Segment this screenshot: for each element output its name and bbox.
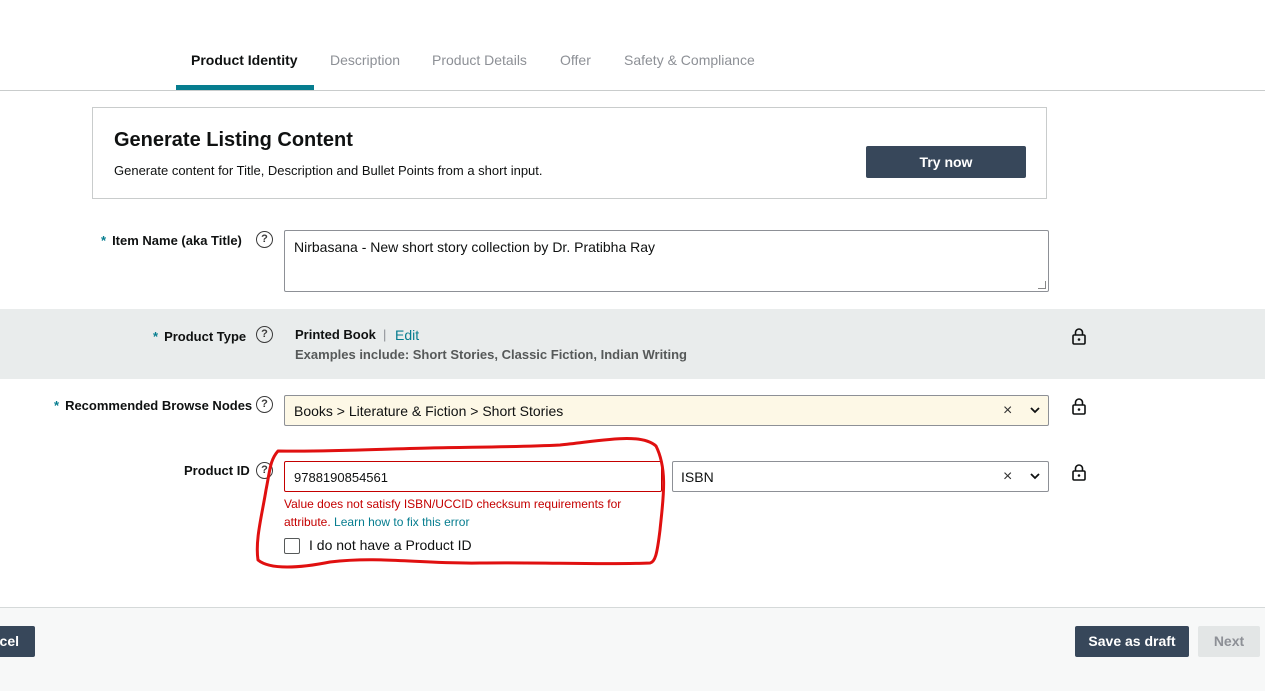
no-product-id-label[interactable]: I do not have a Product ID	[309, 537, 472, 553]
product-id-type-value: ISBN	[681, 469, 714, 485]
cancel-button[interactable]: Cancel	[0, 626, 35, 657]
try-now-button[interactable]: Try now	[866, 146, 1026, 178]
save-as-draft-button[interactable]: Save as draft	[1075, 626, 1189, 657]
tab-product-details[interactable]: Product Details	[432, 52, 527, 68]
product-type-label: * Product Type	[153, 329, 246, 344]
edit-product-type-link[interactable]: Edit	[395, 327, 419, 343]
product-type-examples: Examples include: Short Stories, Classic…	[295, 347, 687, 362]
product-id-label: Product ID	[184, 463, 250, 478]
product-type-value: Printed Book	[295, 327, 376, 342]
checkbox-icon[interactable]	[284, 538, 300, 554]
lock-icon	[1072, 398, 1086, 415]
product-id-input[interactable]: 9788190854561	[284, 461, 662, 492]
separator: |	[383, 327, 387, 342]
required-mark: *	[54, 398, 60, 413]
product-id-type-select[interactable]: ISBN ×	[672, 461, 1049, 492]
chevron-down-icon[interactable]	[1028, 403, 1042, 417]
banner-subtitle: Generate content for Title, Description …	[114, 163, 543, 178]
generate-listing-banner: Generate Listing Content Generate conten…	[92, 107, 1047, 199]
help-icon[interactable]: ?	[256, 462, 273, 479]
banner-title: Generate Listing Content	[114, 129, 353, 151]
next-button[interactable]: Next	[1198, 626, 1260, 657]
product-id-error: Value does not satisfy ISBN/UCCID checks…	[284, 495, 654, 531]
tab-safety-compliance[interactable]: Safety & Compliance	[624, 52, 755, 68]
fix-error-link[interactable]: Learn how to fix this error	[334, 515, 469, 529]
lock-icon	[1072, 464, 1086, 481]
required-mark: *	[101, 233, 107, 248]
tab-offer[interactable]: Offer	[560, 52, 591, 68]
tab-description[interactable]: Description	[330, 52, 400, 68]
required-mark: *	[153, 329, 159, 344]
product-type-label-text: Product Type	[164, 329, 247, 344]
browse-nodes-label: * Recommended Browse Nodes	[54, 398, 252, 413]
help-icon[interactable]: ?	[256, 396, 273, 413]
item-name-label-text: Item Name (aka Title)	[112, 233, 242, 248]
active-tab-indicator	[176, 85, 314, 90]
footer-bar: Cancel Save as draft Next	[0, 607, 1265, 691]
item-name-value: Nirbasana - New short story collection b…	[294, 239, 656, 255]
browse-nodes-value: Books > Literature & Fiction > Short Sto…	[294, 403, 564, 419]
tab-bar: Product Identity Description Product Det…	[0, 0, 1265, 91]
resize-grip-icon[interactable]	[1038, 281, 1046, 289]
lock-icon	[1072, 328, 1086, 345]
chevron-down-icon[interactable]	[1028, 469, 1042, 483]
clear-icon[interactable]: ×	[1003, 402, 1012, 420]
item-name-textarea[interactable]: Nirbasana - New short story collection b…	[284, 230, 1049, 292]
help-icon[interactable]: ?	[256, 326, 273, 343]
help-icon[interactable]: ?	[256, 231, 273, 248]
item-name-label: * Item Name (aka Title)	[101, 233, 242, 248]
tab-product-identity[interactable]: Product Identity	[191, 52, 298, 68]
browse-nodes-select[interactable]: Books > Literature & Fiction > Short Sto…	[284, 395, 1049, 426]
browse-nodes-label-text: Recommended Browse Nodes	[65, 398, 253, 413]
clear-icon[interactable]: ×	[1003, 468, 1012, 486]
